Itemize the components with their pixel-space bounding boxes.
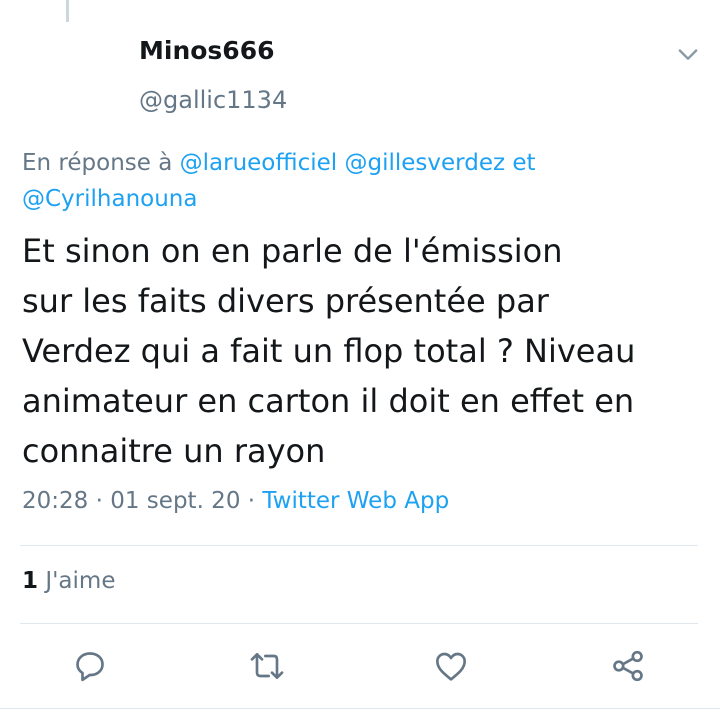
- reply-icon[interactable]: [70, 646, 110, 686]
- tweet-source-link[interactable]: Twitter Web App: [262, 488, 449, 514]
- meta-separator: ·: [95, 488, 103, 514]
- likes-label: J'aime: [45, 568, 116, 594]
- author-handle[interactable]: @gallic1134: [139, 86, 287, 114]
- tweet-date[interactable]: 01 sept. 20: [110, 488, 240, 514]
- mention-link[interactable]: @larueofficiel: [180, 150, 338, 176]
- thread-connector-line: [66, 0, 69, 22]
- likes-count: 1: [22, 568, 39, 594]
- reply-context: En réponse à @larueofficiel @gillesverde…: [22, 145, 702, 217]
- divider: [20, 545, 698, 546]
- reply-joiner: et: [512, 150, 536, 176]
- bottom-divider: [0, 708, 720, 709]
- chevron-down-icon[interactable]: [674, 40, 702, 68]
- meta-separator: ·: [247, 488, 256, 514]
- divider: [20, 623, 698, 624]
- retweet-icon[interactable]: [247, 646, 287, 686]
- tweet-text: Et sinon on en parle de l'émission sur l…: [22, 232, 636, 470]
- mention-link[interactable]: @Cyrilhanouna: [22, 186, 197, 212]
- heart-icon[interactable]: [431, 646, 471, 686]
- tweet-time[interactable]: 20:28: [22, 488, 88, 514]
- author-display-name[interactable]: Minos666: [139, 36, 275, 65]
- likes-stat[interactable]: 1 J'aime: [22, 568, 115, 594]
- reply-prefix: En réponse à: [22, 150, 173, 176]
- mention-link[interactable]: @gillesverdez: [345, 150, 506, 176]
- tweet-meta: 20:28 · 01 sept. 20 · Twitter Web App: [22, 488, 449, 514]
- share-icon[interactable]: [608, 646, 648, 686]
